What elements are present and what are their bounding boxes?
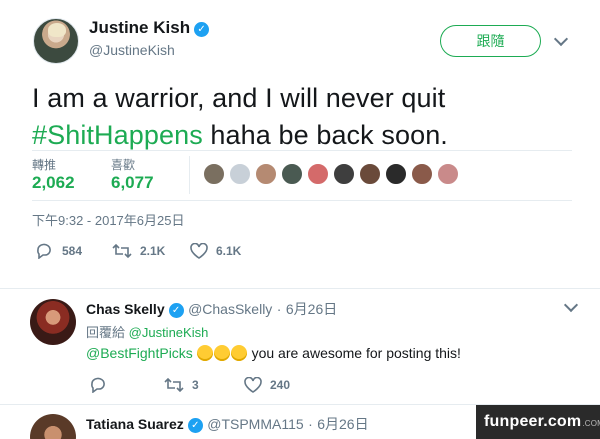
author-name-row[interactable]: Justine Kish ✓ [89, 18, 210, 38]
follow-button[interactable]: 跟隨 [440, 25, 541, 57]
like-count: 6.1K [216, 244, 242, 258]
reply-author-handle[interactable]: @ChasSkelly [188, 301, 272, 317]
reply-avatar[interactable] [30, 414, 76, 439]
verified-badge-icon: ✓ [194, 22, 210, 37]
reply-body: @BestFightPicks you are awesome for post… [86, 345, 461, 361]
like-stat-value: 6,077 [111, 173, 154, 192]
chevron-down-icon[interactable] [563, 297, 579, 313]
liker-avatars [203, 163, 459, 185]
verified-badge-icon: ✓ [187, 418, 203, 433]
retweet-count: 2.1K [140, 244, 166, 258]
mention-link[interactable]: @BestFightPicks [86, 345, 193, 361]
liker-avatar[interactable] [255, 163, 277, 185]
reply-like-action[interactable]: 240 [244, 377, 290, 393]
liker-avatar[interactable] [307, 163, 329, 185]
retweet-stat-label: 轉推 [32, 158, 57, 172]
liker-avatar[interactable] [281, 163, 303, 185]
reply-header: Chas Skelly ✓ @ChasSkelly · 6月26日 [86, 299, 337, 319]
stats-bottom-divider [32, 200, 572, 201]
reply-to-line: 回覆給 @JustineKish [86, 322, 208, 341]
verified-badge-icon: ✓ [168, 303, 184, 318]
retweet-icon [164, 377, 184, 393]
author-handle[interactable]: @JustineKish [89, 42, 175, 58]
reply-author-name[interactable]: Chas Skelly [86, 301, 165, 317]
reply-icon [37, 243, 51, 259]
reply-date[interactable]: 6月26日 [286, 301, 337, 317]
liker-avatar[interactable] [385, 163, 407, 185]
tweet-timestamp[interactable]: 下午9:32 - 2017年6月25日 [32, 210, 184, 229]
tweet-text-line1: I am a warrior, and I will never quit [32, 83, 446, 113]
liker-avatar[interactable] [229, 163, 251, 185]
heart-icon [244, 377, 262, 393]
retweet-icon [112, 243, 132, 259]
reply-body-text: you are awesome for posting this! [247, 345, 461, 361]
like-stat[interactable]: 喜歡 6,077 [111, 156, 154, 193]
liker-avatar[interactable] [411, 163, 433, 185]
reply-retweet-count: 3 [192, 378, 199, 392]
reply-action[interactable]: 584 [36, 243, 82, 259]
watermark: funpeer.com.COM [476, 405, 600, 439]
tweet-text-line2: #ShitHappens haha be back soon. [32, 117, 572, 154]
like-stat-label: 喜歡 [111, 158, 136, 172]
liker-avatar[interactable] [203, 163, 225, 185]
reply-to-mention[interactable]: @JustineKish [129, 325, 209, 340]
reply-reply-action[interactable] [90, 377, 116, 393]
reply-count: 584 [62, 244, 83, 258]
tweet-text-rest: haha be back soon. [202, 120, 448, 150]
watermark-suffix: .COM [582, 419, 600, 428]
heart-icon [190, 243, 208, 259]
author-name[interactable]: Justine Kish [89, 18, 190, 37]
hashtag-link[interactable]: #ShitHappens [32, 120, 203, 150]
reply-icon [91, 377, 105, 393]
liker-avatar[interactable] [437, 163, 459, 185]
retweet-action[interactable]: 2.1K [112, 243, 165, 259]
author-avatar[interactable] [33, 18, 79, 64]
chevron-down-icon[interactable] [553, 31, 569, 47]
retweet-stat-value: 2,062 [32, 173, 75, 192]
reply-like-count: 240 [270, 378, 291, 392]
stats-top-divider [32, 150, 572, 151]
laughing-emoji-icon [213, 345, 230, 361]
reply-date[interactable]: 6月26日 [317, 416, 368, 432]
reply-avatar[interactable] [30, 299, 76, 345]
reply-retweet-action[interactable]: 3 [164, 377, 199, 393]
reply-dot: · [276, 301, 282, 317]
tweet-text: I am a warrior, and I will never quit #S… [32, 80, 572, 154]
liker-avatar[interactable] [359, 163, 381, 185]
reply-to-label: 回覆給 [86, 325, 126, 340]
laughing-emoji-icon [196, 345, 213, 361]
reply-author-handle[interactable]: @TSPMMA115 [207, 416, 303, 432]
retweet-stat[interactable]: 轉推 2,062 [32, 156, 75, 193]
stats-separator [189, 156, 190, 194]
reply-author-name[interactable]: Tatiana Suarez [86, 416, 184, 432]
watermark-text: funpeer.com [484, 413, 582, 430]
like-action[interactable]: 6.1K [190, 243, 241, 259]
reply-dot: · [308, 416, 313, 432]
reply-header: Tatiana Suarez ✓ @TSPMMA115 · 6月26日 [86, 414, 369, 434]
liker-avatar[interactable] [333, 163, 355, 185]
section-divider [0, 288, 600, 289]
laughing-emoji-icon [230, 345, 247, 361]
